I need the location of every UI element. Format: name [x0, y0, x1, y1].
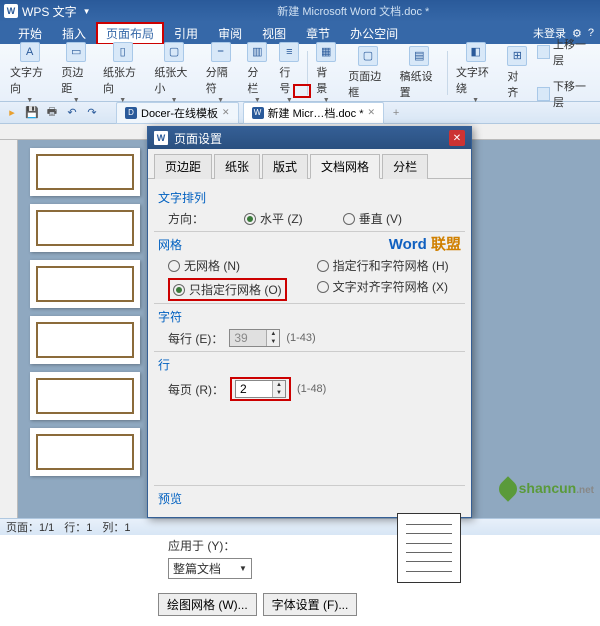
breaks-icon: ⎯ — [211, 42, 231, 62]
menu-office-space[interactable]: 办公空间 — [340, 22, 408, 45]
status-line: 行：1 — [64, 519, 92, 535]
page-border-icon: ▢ — [358, 46, 378, 66]
bring-forward-icon — [537, 45, 550, 59]
document-title: 新建 Microsoft Word 文档.doc * — [111, 3, 596, 19]
ribbon-paper-size[interactable]: ▢纸张大小▼ — [148, 40, 199, 106]
ribbon-align[interactable]: ⊞对齐 — [501, 44, 533, 102]
dialog-titlebar[interactable]: W 页面设置 ✕ — [148, 127, 471, 149]
tab-columns[interactable]: 分栏 — [382, 154, 428, 179]
tab-margins[interactable]: 页边距 — [154, 154, 212, 179]
text-direction-icon: A — [20, 42, 40, 62]
apply-to-select[interactable]: 整篇文档▼ — [168, 558, 252, 579]
direction-label: 方向： — [168, 210, 204, 227]
section-characters: 字符 — [158, 308, 461, 325]
columns-icon: ▥ — [247, 42, 267, 62]
section-text-alignment: 文字排列 — [158, 189, 461, 206]
radio-align-grid[interactable]: 文字对齐字符网格 (X) — [317, 278, 449, 295]
margins-icon: ▭ — [66, 42, 86, 62]
chars-per-line-input — [230, 330, 266, 346]
radio-char-grid[interactable]: 指定行和字符网格 (H) — [317, 257, 449, 274]
radio-line-grid[interactable]: 只指定行网格 (O) — [173, 281, 282, 298]
dialog-icon: W — [154, 131, 168, 145]
ribbon-page-border[interactable]: ▢页面边框 — [342, 44, 393, 102]
status-col: 列：1 — [102, 519, 130, 535]
new-tab-icon[interactable]: + — [388, 105, 404, 121]
ribbon-breaks[interactable]: ⎯分隔符▼ — [200, 40, 242, 106]
highlight-lines-per-page: ▲▼ — [230, 377, 291, 401]
lines-per-page-input[interactable] — [236, 381, 272, 397]
dialog-body: 文字排列 方向： 水平 (Z) 垂直 (V) 网格 无网格 (N) 只指定行网格… — [148, 179, 471, 626]
line-numbers-icon: ≡ — [279, 42, 299, 62]
page-thumb — [30, 316, 140, 364]
ribbon-genko[interactable]: ▤稿纸设置 — [394, 44, 445, 102]
spin-up[interactable]: ▲ — [273, 381, 285, 389]
paper-size-icon: ▢ — [164, 42, 184, 62]
ribbon-background[interactable]: ▦背景▼ — [310, 40, 342, 106]
genko-icon: ▤ — [409, 46, 429, 66]
text-wrap-icon: ◧ — [466, 42, 486, 62]
close-icon[interactable]: ✕ — [222, 107, 230, 118]
font-settings-button[interactable]: 字体设置 (F)... — [263, 593, 358, 616]
redo-icon[interactable]: ↷ — [84, 105, 100, 121]
chevron-down-icon: ▼ — [239, 564, 247, 573]
chars-per-line-spinner: ▲▼ — [229, 329, 280, 347]
tab-document-grid[interactable]: 文档网格 — [310, 154, 380, 179]
ribbon-line-numbers[interactable]: ≡行号▼ — [273, 40, 305, 106]
per-page-range: (1-48) — [297, 383, 326, 395]
ribbon-columns[interactable]: ▥分栏▼ — [241, 40, 273, 106]
new-icon[interactable]: ▸ — [4, 105, 20, 121]
orientation-icon: ▯ — [113, 42, 133, 62]
save-icon[interactable]: 💾 — [24, 105, 40, 121]
titlebar: W WPS 文字 ▼ 新建 Microsoft Word 文档.doc * — [0, 0, 600, 22]
docer-icon: D — [125, 107, 137, 119]
page-thumb — [30, 372, 140, 420]
dialog-tabs: 页边距 纸张 版式 文档网格 分栏 — [148, 149, 471, 179]
tab-paper[interactable]: 纸张 — [214, 154, 260, 179]
ribbon-margins[interactable]: ▭页边距▼ — [55, 40, 97, 106]
dialog-title-text: 页面设置 — [174, 130, 222, 147]
section-preview: 预览 — [158, 490, 461, 507]
ribbon-text-wrap[interactable]: ◧文字环绕▼ — [450, 40, 501, 106]
per-line-range: (1-43) — [286, 332, 315, 344]
highlight-line-grid: 只指定行网格 (O) — [168, 278, 287, 301]
word-doc-icon: W — [252, 107, 264, 119]
word-brand-watermark: Word 联盟 — [389, 233, 461, 254]
page-thumb — [30, 148, 140, 196]
app-menu-dropdown[interactable]: ▼ — [83, 7, 91, 16]
section-lines: 行 — [158, 356, 461, 373]
print-icon[interactable]: 🖶 — [44, 105, 60, 121]
page-setup-dialog: W 页面设置 ✕ 页边距 纸张 版式 文档网格 分栏 文字排列 方向： 水平 (… — [147, 126, 472, 518]
send-backward[interactable]: 下移一层 — [553, 78, 592, 110]
vertical-ruler[interactable] — [0, 140, 18, 518]
radio-no-grid[interactable]: 无网格 (N) — [168, 257, 287, 274]
workspace: W 页面设置 ✕ 页边距 纸张 版式 文档网格 分栏 文字排列 方向： 水平 (… — [0, 124, 600, 518]
close-icon[interactable]: ✕ — [449, 130, 465, 146]
app-icon: W — [4, 4, 18, 18]
background-icon: ▦ — [316, 42, 336, 62]
lines-per-page-spinner[interactable]: ▲▼ — [235, 380, 286, 398]
radio-vertical[interactable]: 垂直 (V) — [343, 210, 402, 227]
page-thumb — [30, 204, 140, 252]
status-page[interactable]: 页面：1/1 — [6, 519, 54, 535]
drawing-grid-button[interactable]: 绘图网格 (W)... — [158, 593, 257, 616]
radio-horizontal[interactable]: 水平 (Z) — [244, 210, 303, 227]
page-thumb — [30, 260, 140, 308]
app-name: WPS 文字 — [22, 3, 77, 20]
bring-forward[interactable]: 上移一层 — [553, 36, 592, 68]
page-thumb — [30, 428, 140, 476]
per-page-label: 每页 (R)： — [168, 381, 224, 398]
page-preview — [397, 513, 461, 583]
close-icon[interactable]: ✕ — [368, 107, 376, 118]
align-icon: ⊞ — [507, 46, 527, 66]
tab-layout[interactable]: 版式 — [262, 154, 308, 179]
ribbon-orientation[interactable]: ▯纸张方向▼ — [97, 40, 148, 106]
send-backward-icon — [537, 87, 550, 101]
per-line-label: 每行 (E)： — [168, 330, 223, 347]
undo-icon[interactable]: ↶ — [64, 105, 80, 121]
ribbon-text-direction[interactable]: A文字方向▼ — [4, 40, 55, 106]
ribbon: A文字方向▼ ▭页边距▼ ▯纸张方向▼ ▢纸张大小▼ ⎯分隔符▼ ▥分栏▼ ≡行… — [0, 44, 600, 102]
apply-to-label: 应用于 (Y)： — [168, 537, 235, 554]
spin-down[interactable]: ▼ — [273, 389, 285, 397]
